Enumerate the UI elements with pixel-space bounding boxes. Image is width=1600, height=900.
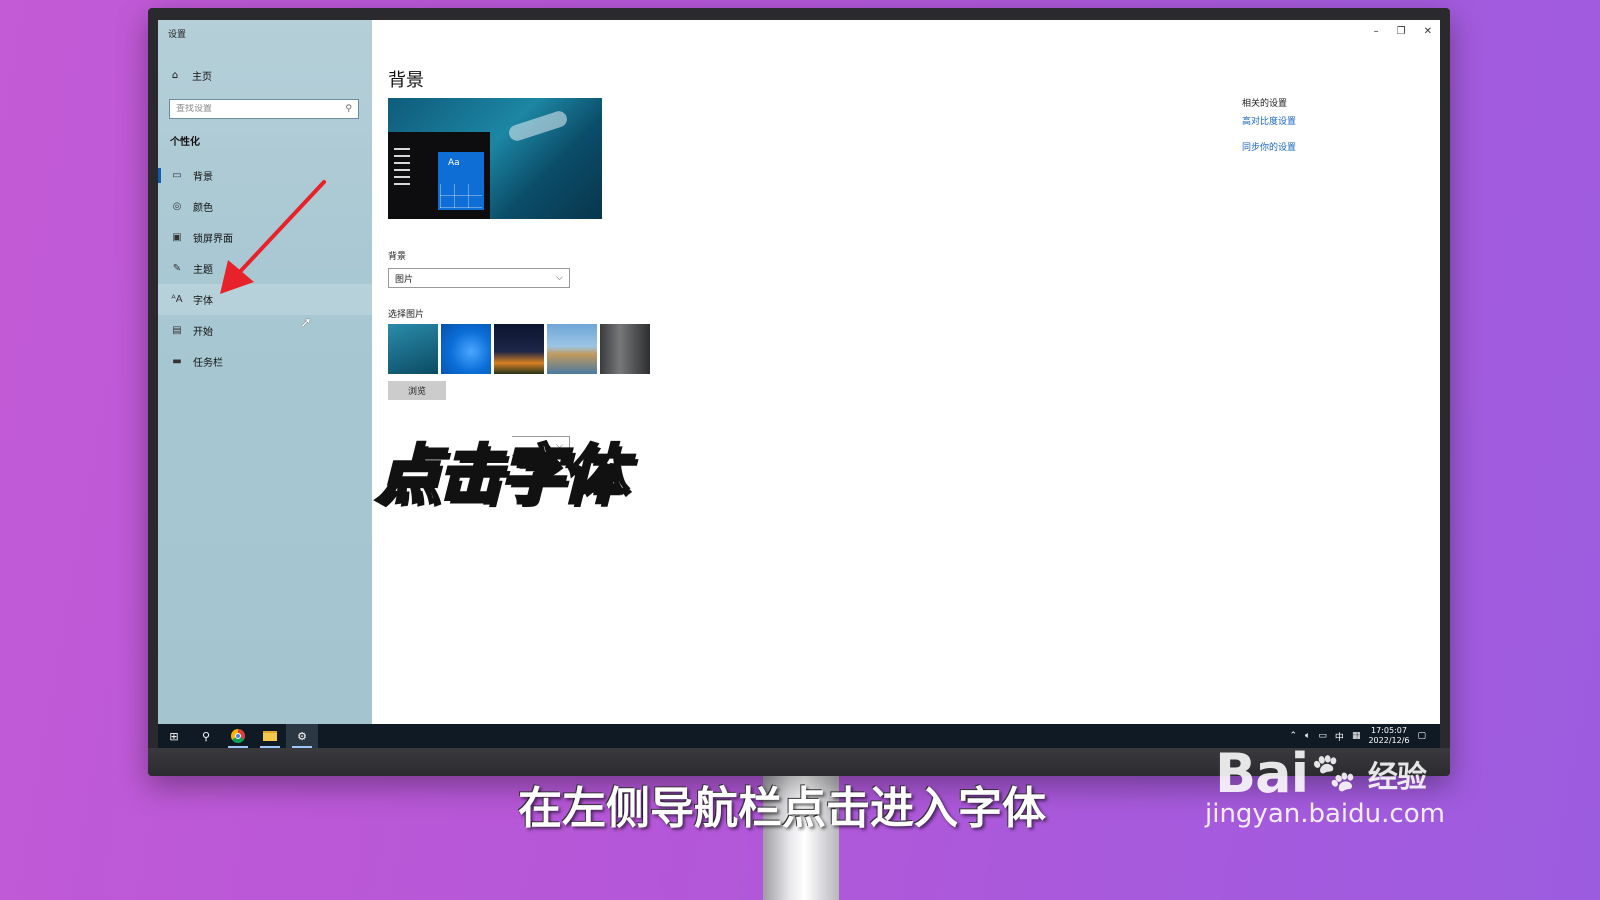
search-icon: ⚲ [201,729,211,743]
folder-icon [263,731,277,741]
subtitle-caption: 在左侧导航栏点击进入字体 [518,783,1046,834]
minimize-button[interactable]: – [1374,26,1379,37]
watermark-brand: Bai 🐾︎ 经验 [1215,742,1445,805]
ime-indicator[interactable]: 中 [1335,730,1344,743]
taskbar-chrome[interactable] [222,724,254,748]
browse-button[interactable]: 浏览 [388,381,446,400]
overlay-caption: 点击字体 [375,438,628,515]
chevron-up-icon[interactable]: ⌃ [1289,731,1297,741]
red-arrow-icon [220,180,326,294]
related-settings-title: 相关的设置 [1242,99,1288,109]
sync-settings-link[interactable]: 同步你的设置 [1242,140,1296,153]
chrome-icon [231,729,245,743]
window-controls: – ❐ ✕ [1374,26,1432,37]
keyboard-icon[interactable]: ▦ [1352,731,1361,741]
screen: 设置 ⌂ 主页 ⚲ 个性化 ▭ 背景 ◎ 颜色 ▣ [158,20,1440,748]
clock-time: 17:05:07 [1371,726,1407,735]
taskbar-icon: ▬ [172,356,182,367]
monitor: 设置 ⌂ 主页 ⚲ 个性化 ▭ 背景 ◎ 颜色 ▣ [148,8,1450,776]
sidebar-item-label: 任务栏 [193,358,223,369]
close-button[interactable]: ✕ [1424,26,1432,37]
taskbar-search-button[interactable]: ⚲ [190,724,222,748]
high-contrast-link[interactable]: 高对比度设置 [1242,114,1296,127]
taskbar-file-explorer[interactable] [254,724,286,748]
notification-icon[interactable]: ▢ [1417,731,1426,741]
volume-icon[interactable]: 🔈︎ [1305,731,1310,741]
paw-icon: 🐾︎ [1308,751,1359,797]
watermark-brand-text: Bai [1215,742,1309,805]
sidebar-item-taskbar[interactable]: ▬ 任务栏 [158,346,372,377]
baidu-watermark: Bai 🐾︎ 经验 jingyan.baidu.com [1205,742,1445,829]
windows-logo-icon: ⊞ [169,729,179,743]
network-icon[interactable]: ▭ [1318,731,1327,741]
restore-button[interactable]: ❐ [1397,26,1406,37]
gear-icon: ⚙ [297,729,307,743]
taskbar-settings[interactable]: ⚙ [286,724,318,748]
watermark-brand-tail: 经验 [1367,759,1427,795]
picture-thumbnail[interactable] [600,324,650,374]
watermark-url: jingyan.baidu.com [1205,799,1445,829]
start-button[interactable]: ⊞ [158,724,190,748]
